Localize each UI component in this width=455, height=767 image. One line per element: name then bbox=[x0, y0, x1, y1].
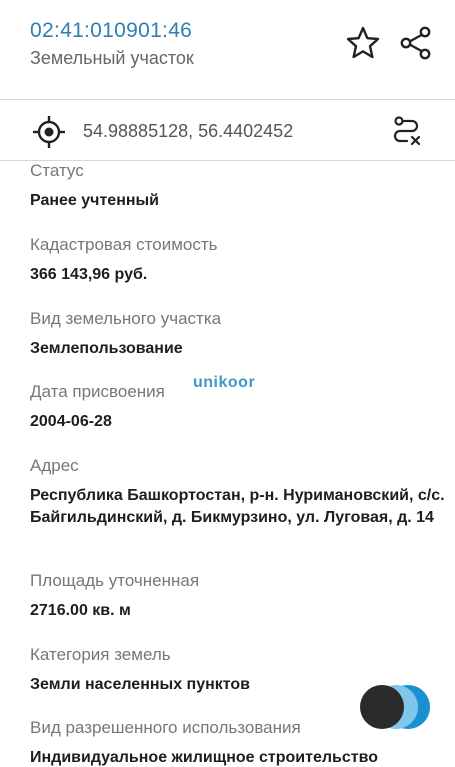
favorite-button[interactable] bbox=[343, 23, 383, 63]
details-list[interactable]: Статус Ранее учтенный Кадастровая стоимо… bbox=[0, 162, 455, 767]
star-outline-icon bbox=[346, 26, 380, 59]
coordinates-bar: 54.98885128, 56.4402452 bbox=[0, 101, 455, 161]
field-label: Кадастровая стоимость bbox=[30, 235, 218, 254]
field-area: Площадь уточненная 2716.00 кв. м bbox=[30, 570, 445, 622]
field-label: Статус bbox=[30, 162, 84, 180]
field-label: Категория земель bbox=[30, 645, 171, 664]
unikoor-logo: unikoor bbox=[193, 374, 256, 391]
field-value: Индивидуальное жилищное строительство bbox=[30, 749, 378, 766]
crosshair-icon[interactable] bbox=[32, 115, 66, 149]
field-value: 366 143,96 руб. bbox=[30, 266, 148, 283]
cadastral-number[interactable]: 02:41:010901:46 bbox=[30, 19, 192, 43]
field-land-type: Вид земельного участка Землепользование bbox=[30, 308, 445, 360]
field-value: 2004-06-28 bbox=[30, 413, 112, 430]
share-button[interactable] bbox=[396, 23, 436, 63]
fab-circle-dark bbox=[360, 685, 404, 729]
field-label: Адрес bbox=[30, 456, 79, 475]
field-address: Адрес Республика Башкортостан, р-н. Нури… bbox=[30, 455, 445, 529]
route-clear-icon[interactable] bbox=[388, 114, 424, 150]
field-value: Республика Башкортостан, р-н. Нуримановс… bbox=[30, 487, 445, 526]
field-status: Статус Ранее учтенный bbox=[30, 162, 445, 212]
share-icon bbox=[400, 26, 431, 60]
header: 02:41:010901:46 Земельный участок bbox=[0, 0, 455, 100]
coordinates-text[interactable]: 54.98885128, 56.4402452 bbox=[83, 121, 293, 142]
field-value: Землепользование bbox=[30, 340, 183, 357]
field-cadastral-cost: Кадастровая стоимость 366 143,96 руб. bbox=[30, 234, 445, 286]
field-label: Площадь уточненная bbox=[30, 571, 200, 590]
object-type: Земельный участок bbox=[30, 48, 194, 68]
field-value: 2716.00 кв. м bbox=[30, 602, 131, 619]
field-label: Вид земельного участка bbox=[30, 309, 222, 328]
field-value: Ранее учтенный bbox=[30, 192, 160, 209]
floating-action-button[interactable] bbox=[360, 685, 432, 729]
